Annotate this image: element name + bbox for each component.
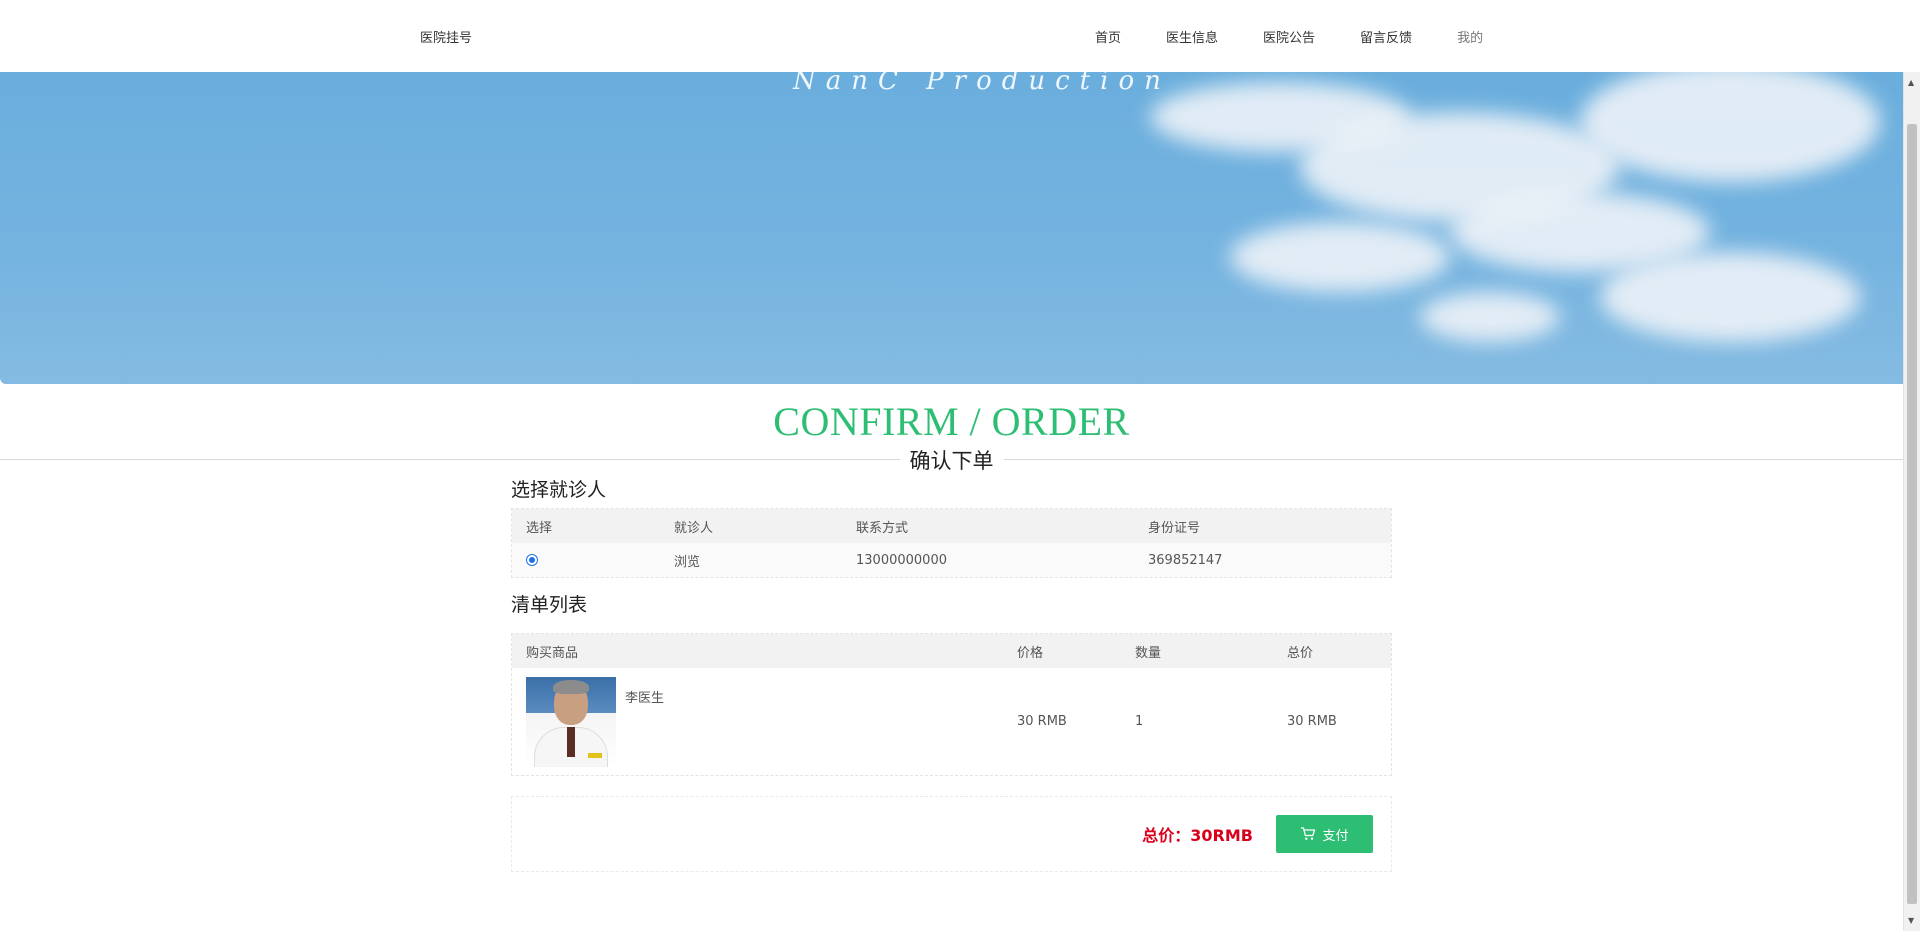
cloud-shape: [1420, 292, 1560, 342]
table-row[interactable]: 浏览 13000000000 369852147: [512, 543, 1391, 577]
doctor-photo: [526, 676, 616, 767]
col-id-number: 身份证号: [1148, 520, 1201, 536]
cart-icon: [1301, 827, 1316, 840]
patient-id-number: 369852147: [1148, 552, 1223, 568]
page-subtitle-wrap: 确认下单: [0, 445, 1903, 475]
patient-name: 浏览: [674, 554, 701, 570]
order-item-cell: 李医生: [526, 676, 1003, 767]
total-price: 总价：30RMB: [1142, 826, 1253, 845]
order-item-total: 30 RMB: [1287, 714, 1337, 729]
pay-button[interactable]: 支付: [1276, 815, 1373, 853]
page-scrollbar[interactable]: ▲ ▼: [1903, 72, 1920, 931]
order-item-quantity: 1: [1135, 714, 1144, 729]
patient-phone: 13000000000: [856, 552, 947, 568]
page-subtitle: 确认下单: [899, 445, 1004, 475]
pay-button-label: 支付: [1322, 828, 1349, 844]
scroll-down-icon[interactable]: ▼: [1908, 916, 1914, 925]
nav-doctors[interactable]: 医生信息: [1166, 27, 1218, 46]
doctor-hair-shape: [553, 679, 589, 694]
scroll-thumb[interactable]: [1907, 124, 1917, 904]
table-row: 李医生 30 RMB 1 30 RMB: [512, 668, 1391, 775]
cloud-shape: [1230, 222, 1450, 292]
order-item-price: 30 RMB: [1017, 714, 1067, 729]
patient-section: 选择就诊人: [511, 475, 1392, 502]
nav-mine[interactable]: 我的: [1457, 27, 1483, 46]
patient-table: 选择 就诊人 联系方式 身份证号 浏览 13000000000 36985214…: [511, 508, 1392, 578]
order-table-header: 购买商品 价格 数量 总价: [512, 634, 1391, 668]
col-select: 选择: [526, 520, 553, 536]
col-total: 总价: [1287, 645, 1314, 661]
col-quantity: 数量: [1135, 645, 1162, 661]
nav-feedback[interactable]: 留言反馈: [1360, 27, 1412, 46]
doctor-tie-shape: [567, 726, 575, 757]
scroll-up-icon[interactable]: ▲: [1908, 78, 1914, 87]
col-patient: 就诊人: [674, 520, 714, 536]
nav-announcements[interactable]: 医院公告: [1263, 27, 1315, 46]
payment-bar: 总价：30RMB 支付: [511, 796, 1392, 872]
cloud-shape: [1580, 72, 1880, 182]
cloud-shape: [1600, 252, 1860, 342]
order-section: 清单列表: [511, 590, 1392, 617]
patient-table-header: 选择 就诊人 联系方式 身份证号: [512, 509, 1391, 543]
main-nav: 首页 医生信息 医院公告 留言反馈 我的: [1095, 27, 1483, 46]
nav-home[interactable]: 首页: [1095, 27, 1121, 46]
banner-title: NanC Production: [793, 72, 1171, 96]
col-price: 价格: [1017, 645, 1044, 661]
patient-heading: 选择就诊人: [511, 479, 607, 501]
top-navbar: 医院挂号 首页 医生信息 医院公告 留言反馈 我的: [0, 0, 1903, 72]
order-table: 购买商品 价格 数量 总价 李医生 30 RMB 1 30 RMB: [511, 633, 1392, 776]
site-brand[interactable]: 医院挂号: [420, 27, 472, 46]
order-item-name[interactable]: 李医生: [625, 687, 664, 706]
page: 医院挂号 首页 医生信息 医院公告 留言反馈 我的 NanC Productio…: [0, 0, 1920, 931]
col-contact: 联系方式: [856, 520, 909, 536]
page-title: CONFIRM / ORDER: [773, 399, 1130, 444]
patient-radio[interactable]: [526, 554, 538, 566]
col-item: 购买商品: [526, 645, 579, 661]
hero-banner: NanC Production: [0, 72, 1903, 384]
order-heading: 清单列表: [511, 594, 588, 616]
doctor-badge-shape: [588, 752, 602, 758]
